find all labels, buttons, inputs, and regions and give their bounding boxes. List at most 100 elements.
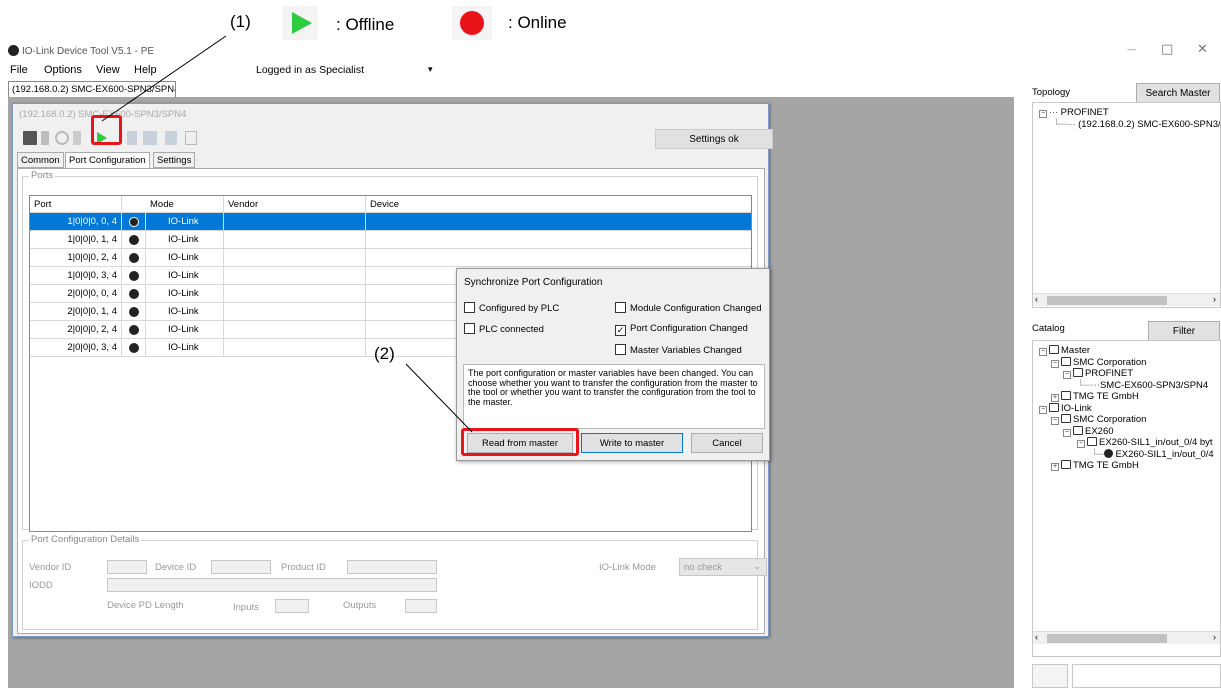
- collapse-toggle-icon[interactable]: −: [1077, 440, 1085, 448]
- product-id-label: Product ID: [281, 562, 326, 573]
- menu-view[interactable]: View: [96, 64, 120, 76]
- module-config-changed-checkbox[interactable]: Module Configuration Changed: [615, 302, 762, 314]
- io-link-mode-select[interactable]: no check ⌄: [679, 558, 767, 576]
- catalog-item[interactable]: + TMG TE GmbH: [1051, 460, 1139, 471]
- expand-toggle-icon[interactable]: +: [1051, 394, 1059, 402]
- tab-settings[interactable]: Settings: [153, 152, 196, 168]
- device-window-title: (192.168.0.2) SMC-EX600-SPN3/SPN4: [13, 104, 768, 126]
- collapse-toggle-icon[interactable]: −: [1039, 405, 1047, 414]
- collapse-toggle-icon[interactable]: −: [1051, 417, 1059, 425]
- io-link-icon: [129, 325, 139, 335]
- download-icon[interactable]: [143, 131, 157, 145]
- sync-message: The port configuration or master variabl…: [463, 364, 765, 429]
- catalog-item[interactable]: − IO-Link: [1039, 402, 1092, 414]
- close-button[interactable]: ✕: [1197, 42, 1208, 57]
- inputs-label: Inputs: [233, 602, 259, 613]
- catalog-item[interactable]: − SMC Corporation: [1051, 414, 1146, 425]
- column-header-device[interactable]: Device: [366, 196, 751, 212]
- plc-connected-checkbox[interactable]: PLC connected: [464, 323, 544, 335]
- outputs-field[interactable]: [405, 599, 437, 613]
- table-row[interactable]: 1|0|0|0, 0, 4 IO-Link: [30, 213, 751, 231]
- transfer-icon[interactable]: [165, 131, 177, 145]
- catalog-item-label: SMC-EX600-SPN3/SPN4: [1099, 379, 1209, 391]
- vendor-cell: [224, 267, 366, 284]
- save-icon[interactable]: [23, 131, 37, 145]
- io-link-mode-label: IO-Link Mode: [599, 562, 657, 573]
- menu-help[interactable]: Help: [134, 64, 157, 76]
- column-header-port[interactable]: Port: [30, 196, 122, 212]
- device-pd-length-label: Device PD Length: [107, 600, 184, 611]
- menu-file[interactable]: File: [10, 64, 28, 76]
- iodd-field[interactable]: [107, 578, 437, 592]
- tab-common[interactable]: Common: [17, 152, 64, 168]
- table-row[interactable]: 1|0|0|0, 2, 4 IO-Link: [30, 249, 751, 267]
- io-link-icon: [129, 235, 139, 245]
- master-vars-changed-checkbox[interactable]: Master Variables Changed: [615, 344, 742, 356]
- port-config-changed-checkbox[interactable]: ✓ Port Configuration Changed: [615, 323, 748, 336]
- search-master-button[interactable]: Search Master: [1136, 83, 1220, 103]
- catalog-item[interactable]: − EX260-SIL1_in/out_0/4 byt: [1077, 437, 1213, 448]
- folder-icon: [1061, 460, 1071, 469]
- product-id-field[interactable]: [347, 560, 437, 574]
- tab-port-configuration[interactable]: Port Configuration: [65, 152, 150, 169]
- device-id-field[interactable]: [211, 560, 271, 574]
- topology-item-device[interactable]: └─⋯ (192.168.0.2) SMC-EX600-SPN3/S: [1053, 119, 1220, 130]
- table-row[interactable]: 1|0|0|0, 1, 4 IO-Link: [30, 231, 751, 249]
- column-header-icon[interactable]: [122, 196, 146, 212]
- scroll-left-icon[interactable]: ‹: [1035, 294, 1038, 304]
- write-to-master-button[interactable]: Write to master: [581, 433, 683, 453]
- target-icon[interactable]: [55, 131, 69, 145]
- catalog-item[interactable]: − SMC Corporation: [1051, 356, 1146, 368]
- collapse-toggle-icon[interactable]: −: [1063, 371, 1071, 379]
- catalog-item[interactable]: └─ EX260-SIL1_in/out_0/4: [1091, 448, 1214, 460]
- user-settings-icon[interactable]: [185, 131, 197, 145]
- edit-icon[interactable]: [73, 131, 81, 145]
- catalog-item[interactable]: − PROFINET: [1063, 368, 1133, 379]
- collapse-toggle-icon[interactable]: −: [1063, 428, 1071, 437]
- column-header-mode[interactable]: Mode: [146, 196, 224, 212]
- disk-icon[interactable]: [41, 131, 49, 145]
- column-header-vendor[interactable]: Vendor: [224, 196, 366, 212]
- catalog-hscrollbar[interactable]: ‹ ›: [1033, 631, 1220, 644]
- maximize-button[interactable]: □: [1161, 42, 1173, 57]
- scroll-thumb[interactable]: [1047, 296, 1167, 305]
- device-id-label: Device ID: [155, 562, 197, 573]
- checkbox-box: [615, 302, 626, 313]
- tree-connector-icon: └─: [1053, 119, 1067, 130]
- vendor-cell: [224, 231, 366, 248]
- folder-icon: [1073, 368, 1083, 377]
- annotation-number-2: (2): [374, 344, 395, 363]
- upload-icon[interactable]: [127, 131, 137, 145]
- configured-by-plc-checkbox[interactable]: Configured by PLC: [464, 302, 559, 314]
- vendor-id-field[interactable]: [107, 560, 147, 574]
- menu-options[interactable]: Options: [44, 64, 82, 76]
- catalog-item[interactable]: − Master: [1039, 345, 1090, 356]
- catalog-item[interactable]: └─⋯SMC-EX600-SPN3/SPN4: [1077, 380, 1208, 391]
- device-document-tab[interactable]: (192.168.0.2) SMC-EX600-SPN3/SPN4: [8, 81, 176, 97]
- inputs-field[interactable]: [275, 599, 309, 613]
- ports-table-header: Port Mode Vendor Device: [30, 196, 751, 213]
- catalog-item-label: EX260-SIL1_in/out_0/4: [1115, 448, 1214, 460]
- logged-in-user[interactable]: Specialist: [319, 64, 364, 76]
- scroll-left-icon[interactable]: ‹: [1035, 632, 1038, 642]
- catalog-item[interactable]: + TMG TE GmbH: [1051, 391, 1139, 402]
- scroll-right-icon[interactable]: ›: [1213, 632, 1216, 642]
- collapse-toggle-icon[interactable]: −: [1039, 348, 1047, 356]
- cancel-button[interactable]: Cancel: [691, 433, 763, 453]
- collapse-toggle-icon[interactable]: −: [1051, 359, 1059, 368]
- topology-hscrollbar[interactable]: ‹ ›: [1033, 293, 1220, 306]
- menu-bar: File Options View Help Logged in as Spec…: [0, 60, 1221, 80]
- topology-item-profinet[interactable]: − ⋯ PROFINET: [1039, 107, 1109, 118]
- scroll-right-icon[interactable]: ›: [1213, 294, 1216, 304]
- catalog-item[interactable]: − EX260: [1063, 425, 1114, 437]
- filter-button[interactable]: Filter: [1148, 321, 1220, 341]
- scroll-thumb[interactable]: [1047, 634, 1167, 643]
- folder-icon: [1073, 425, 1083, 435]
- user-dropdown-icon[interactable]: ▾: [428, 64, 433, 75]
- minimize-button[interactable]: —: [1127, 45, 1136, 55]
- device-cell: [366, 213, 751, 230]
- io-link-icon: [129, 343, 139, 353]
- port-icon-cell: [122, 303, 146, 320]
- folder-icon: [1061, 391, 1071, 400]
- expand-toggle-icon[interactable]: +: [1051, 463, 1059, 471]
